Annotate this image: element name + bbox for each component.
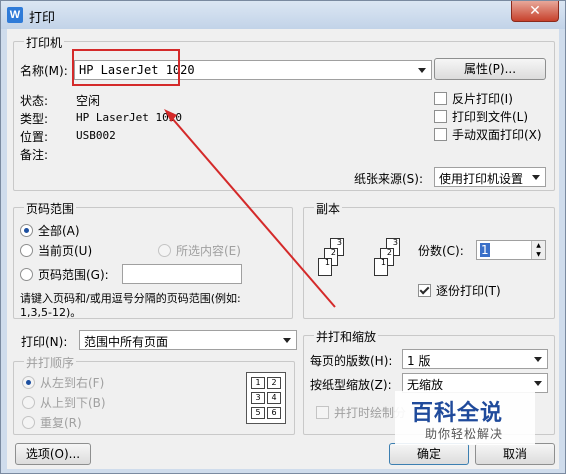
page-range-hint-line2: 1,3,5-12)。 (20, 306, 82, 319)
status-label: 状态: (20, 94, 49, 108)
order-top-to-bottom-label[interactable]: 从上到下(B) (40, 394, 106, 411)
page-range-selection-radio[interactable] (158, 244, 171, 257)
location-value: USB002 (76, 129, 116, 142)
copies-count-input[interactable]: 1 ▲ ▼ (476, 240, 546, 260)
scaling-group-title: 并打和缩放 (314, 328, 379, 345)
page-range-all-label[interactable]: 全部(A) (38, 222, 80, 239)
order-group: 并打顺序 从左到右(F) 从上到下(B) 重复(R) 1 2 3 4 5 6 (13, 354, 295, 435)
title-bar: W 打印 ✕ (1, 1, 565, 29)
page-range-current-radio[interactable] (20, 244, 33, 257)
order-left-to-right-label[interactable]: 从左到右(F) (40, 374, 104, 391)
chevron-down-icon (534, 381, 542, 386)
spin-up-icon[interactable]: ▲ (531, 241, 545, 250)
order-top-to-bottom-radio[interactable] (22, 396, 35, 409)
watermark-subtitle: 助你轻松解决 (425, 427, 504, 441)
page-range-group: 页码范围 全部(A) 当前页(U) 所选内容(E) 页码范围(G): 请键入页码… (13, 200, 293, 319)
print-what-select[interactable]: 范围中所有页面 (79, 330, 297, 350)
options-button[interactable]: 选项(O)... (15, 443, 91, 465)
printer-name-value: HP LaserJet 1020 (79, 63, 195, 77)
printer-name-label: 名称(M): (20, 64, 68, 78)
draw-borders-checkbox[interactable] (316, 406, 329, 419)
copies-group-title: 副本 (314, 200, 343, 217)
order-group-title: 并打顺序 (24, 354, 77, 371)
collate-checkbox[interactable] (418, 284, 431, 297)
wps-app-icon: W (7, 7, 23, 23)
type-value: HP LaserJet 1020 (76, 111, 182, 124)
print-what-label: 打印(N): (21, 335, 68, 349)
page-range-group-title: 页码范围 (24, 200, 77, 217)
paper-source-label: 纸张来源(S): (354, 172, 424, 186)
comment-label: 备注: (20, 148, 49, 162)
copies-group: 副本 3 2 1 3 2 1 份数(C): 1 ▲ ▼ 逐份打印(T) (303, 200, 555, 319)
printer-name-select[interactable]: HP LaserJet 1020 (74, 60, 432, 80)
manual-duplex-checkbox[interactable] (434, 128, 447, 141)
location-label: 位置: (20, 130, 49, 144)
print-to-file-checkbox[interactable] (434, 110, 447, 123)
printer-group: 打印机 名称(M): HP LaserJet 1020 属性(P)... 状态:… (13, 34, 555, 191)
print-dialog: W 打印 ✕ 打印机 名称(M): HP LaserJet 1020 属性(P)… (0, 0, 566, 474)
scale-select[interactable]: 无缩放 (402, 373, 548, 393)
page-range-pages-radio[interactable] (20, 268, 33, 281)
order-repeat-label[interactable]: 重复(R) (40, 414, 82, 431)
scale-label: 按纸型缩放(Z): (310, 378, 392, 392)
printer-group-title: 打印机 (24, 34, 65, 51)
page-range-input[interactable] (122, 264, 242, 284)
window-title: 打印 (29, 11, 56, 26)
chevron-down-icon (283, 338, 291, 343)
order-preview-grid: 1 2 3 4 5 6 (246, 372, 286, 424)
print-what-value: 范围中所有页面 (84, 335, 169, 349)
close-button[interactable]: ✕ (511, 1, 559, 22)
chevron-down-icon (532, 175, 540, 180)
page-range-pages-label[interactable]: 页码范围(G): (38, 266, 109, 283)
copies-count-label: 份数(C): (418, 244, 464, 258)
ok-button[interactable]: 确定 (389, 443, 469, 465)
paper-source-value: 使用打印机设置 (439, 172, 524, 186)
collate-label[interactable]: 逐份打印(T) (436, 282, 501, 299)
status-value: 空闲 (76, 94, 101, 108)
properties-button[interactable]: 属性(P)... (434, 58, 546, 80)
page-range-selection-label[interactable]: 所选内容(E) (176, 242, 241, 259)
page-range-all-radio[interactable] (20, 224, 33, 237)
pages-per-sheet-value: 1 版 (407, 354, 431, 368)
paper-source-select[interactable]: 使用打印机设置 (434, 167, 546, 187)
watermark-logo: 百科全说 助你轻松解决 (395, 391, 535, 445)
order-left-to-right-radio[interactable] (22, 376, 35, 389)
spin-down-icon[interactable]: ▼ (531, 250, 545, 259)
order-repeat-radio[interactable] (22, 416, 35, 429)
watermark-title: 百科全说 (411, 401, 504, 426)
pages-per-sheet-select[interactable]: 1 版 (402, 349, 548, 369)
cancel-button[interactable]: 取消 (475, 443, 555, 465)
chevron-down-icon (534, 357, 542, 362)
copies-count-value: 1 (480, 243, 490, 257)
chevron-down-icon (418, 68, 426, 73)
manual-duplex-label[interactable]: 手动双面打印(X) (452, 126, 542, 143)
reverse-print-label[interactable]: 反片打印(I) (452, 90, 513, 107)
print-to-file-label[interactable]: 打印到文件(L) (452, 108, 528, 125)
type-label: 类型: (20, 112, 49, 126)
reverse-print-checkbox[interactable] (434, 92, 447, 105)
page-range-current-label[interactable]: 当前页(U) (38, 242, 92, 259)
pages-per-sheet-label: 每页的版数(H): (310, 354, 393, 368)
